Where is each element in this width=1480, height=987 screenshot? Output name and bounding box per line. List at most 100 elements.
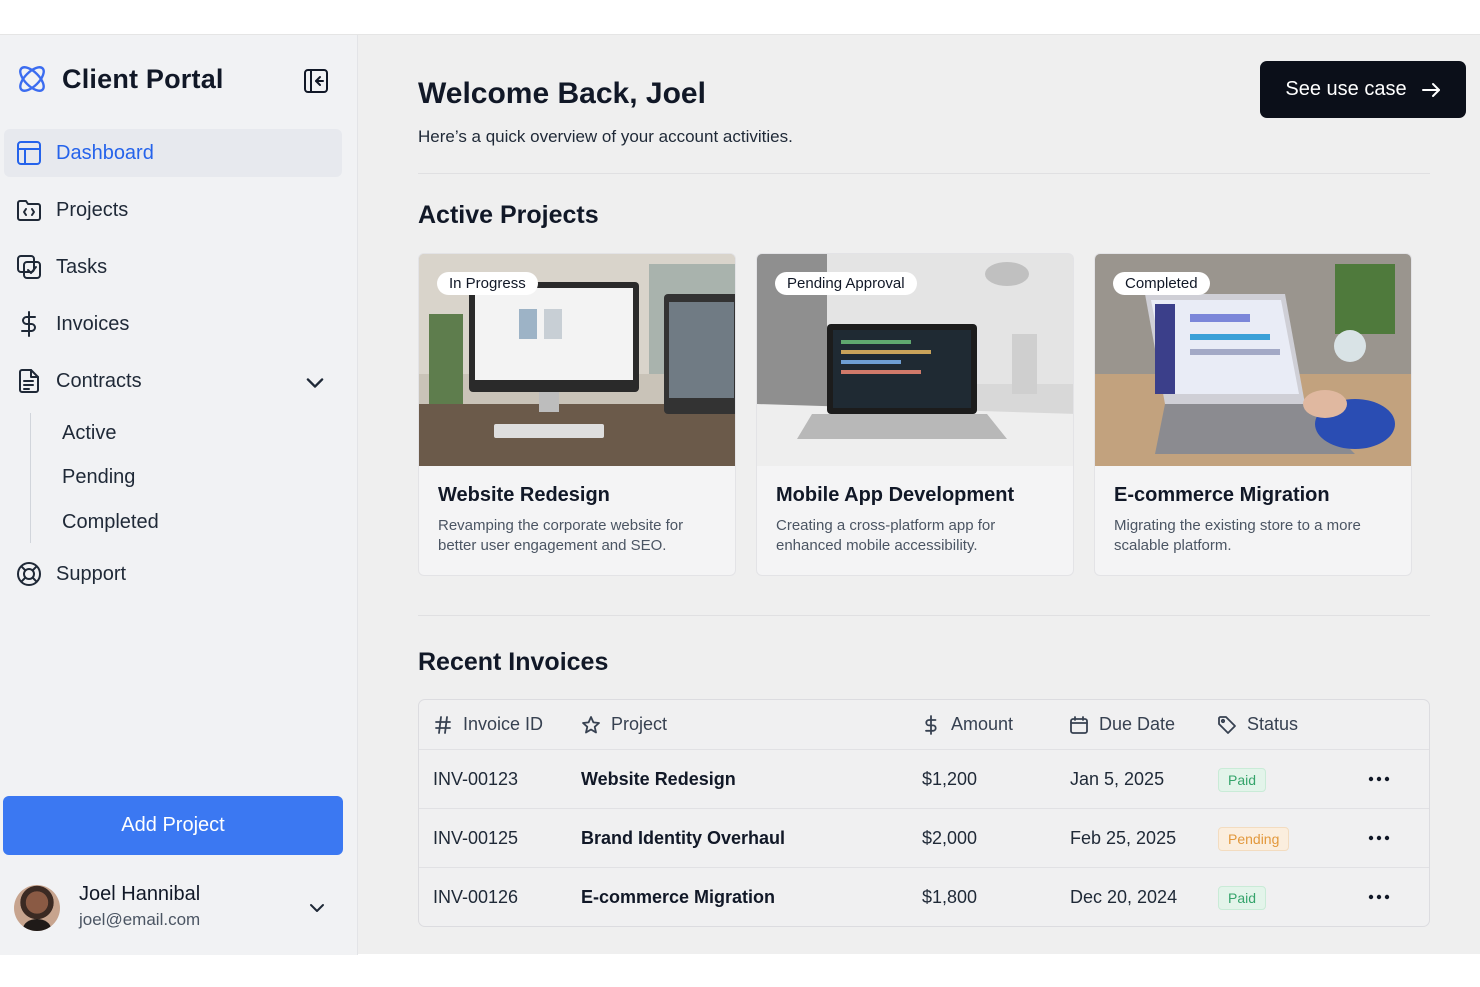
invoice-project: E-commerce Migration: [581, 887, 776, 907]
sidebar-item-label: Tasks: [56, 255, 108, 278]
page-subtitle: Here’s a quick overview of your account …: [418, 127, 793, 146]
project-image: Pending Approval: [757, 254, 1073, 466]
page-title: Welcome Back, Joel: [418, 77, 706, 110]
sidebar-item-label: Projects: [56, 198, 129, 221]
invoice-status: Paid: [1218, 750, 1267, 809]
invoice-id: INV-00126: [433, 887, 519, 907]
dollar-icon: [925, 714, 937, 735]
sidebar-item-label: Contracts: [56, 369, 142, 392]
status-badge: Paid: [1218, 767, 1267, 792]
submenu-item-completed[interactable]: Completed: [62, 511, 159, 534]
document-icon: [19, 369, 39, 393]
sidebar-item-dashboard[interactable]: Dashboard: [4, 129, 342, 177]
sidebar-item-contracts[interactable]: Contracts: [4, 357, 342, 405]
app-title: Client Portal: [62, 63, 224, 94]
column-header-project[interactable]: Project: [581, 700, 667, 749]
tasks-icon: [17, 255, 41, 279]
app-window: Client Portal Dashboard Projects Tasks I…: [0, 34, 1480, 955]
column-label: Amount: [951, 714, 1014, 734]
invoice-status: Paid: [1218, 868, 1267, 926]
project-description: Migrating the existing store to a more s…: [1114, 517, 1361, 554]
see-use-case-button[interactable]: See use case: [1260, 61, 1466, 118]
submenu-item-pending[interactable]: Pending: [62, 466, 135, 489]
table-row[interactable]: INV-00123 Website Redesign $1,200 Jan 5,…: [419, 749, 1429, 809]
status-badge: Paid: [1218, 885, 1267, 910]
section-title-recent-invoices: Recent Invoices: [418, 648, 609, 676]
dollar-icon: [21, 311, 36, 337]
column-header-status[interactable]: Status: [1217, 700, 1298, 749]
tag-icon: [1218, 715, 1236, 734]
project-title: Website Redesign: [438, 484, 610, 506]
more-options-icon[interactable]: [1365, 886, 1393, 908]
invoice-id: INV-00125: [433, 828, 519, 848]
sidebar-item-label: Support: [56, 562, 127, 585]
project-image: In Progress: [419, 254, 735, 466]
sidebar-collapse-icon: [304, 69, 328, 93]
sidebar-collapse-button[interactable]: [302, 67, 330, 95]
folder-code-icon: [17, 200, 41, 221]
invoices-table: Invoice ID Project Amount Due Date Statu…: [418, 699, 1430, 927]
column-label: Project: [611, 714, 668, 734]
invoice-project: Website Redesign: [581, 769, 736, 789]
brand[interactable]: Client Portal: [14, 61, 224, 97]
project-description: Creating a cross-platform app for enhanc…: [776, 517, 996, 554]
atom-logo-icon: [19, 66, 45, 92]
dashboard-icon: [17, 141, 41, 165]
project-title: Mobile App Development: [776, 484, 1015, 506]
hash-icon: [435, 715, 451, 734]
invoice-amount: $2,000: [922, 828, 978, 848]
chevron-down-icon[interactable]: [306, 897, 328, 919]
project-title: E-commerce Migration: [1114, 484, 1330, 506]
status-badge: Pending Approval: [775, 272, 917, 295]
project-card[interactable]: Pending Approval Mobile App Development …: [756, 253, 1074, 576]
project-image: Completed: [1095, 254, 1411, 466]
user-name: Joel Hannibal: [79, 883, 201, 905]
table-row[interactable]: INV-00126 E-commerce Migration $1,800 De…: [419, 867, 1429, 926]
column-label: Due Date: [1099, 714, 1176, 734]
invoice-amount: $1,200: [922, 769, 978, 789]
sidebar-item-projects[interactable]: Projects: [4, 186, 342, 234]
star-icon: [582, 715, 600, 733]
sidebar-item-label: Dashboard: [56, 141, 154, 164]
invoice-due-date: Feb 25, 2025: [1070, 828, 1177, 848]
column-header-amount[interactable]: Amount: [921, 700, 1013, 749]
column-label: Status: [1247, 714, 1299, 734]
more-options-icon[interactable]: [1365, 768, 1393, 790]
user-email: joel@email.com: [79, 910, 201, 929]
invoice-due-date: Dec 20, 2024: [1070, 887, 1178, 907]
project-card[interactable]: Completed E-commerce Migration Migrating…: [1094, 253, 1412, 576]
invoice-project: Brand Identity Overhaul: [581, 828, 786, 848]
divider: [418, 615, 1430, 616]
invoice-id: INV-00123: [433, 769, 519, 789]
add-project-button[interactable]: Add Project: [3, 796, 343, 855]
avatar: [14, 885, 60, 931]
user-profile[interactable]: Joel Hannibal joel@email.com: [14, 883, 344, 935]
sidebar-item-label: Invoices: [56, 312, 130, 335]
column-header-due-date[interactable]: Due Date: [1069, 700, 1175, 749]
status-badge: In Progress: [437, 272, 538, 295]
see-use-case-label: See use case: [1285, 78, 1407, 100]
sidebar-item-tasks[interactable]: Tasks: [4, 243, 342, 291]
sidebar-item-invoices[interactable]: Invoices: [4, 300, 342, 348]
status-badge: Pending: [1218, 826, 1290, 851]
main-content: Welcome Back, Joel Here’s a quick overvi…: [358, 35, 1480, 955]
status-badge: Completed: [1113, 272, 1210, 295]
lifebuoy-icon: [17, 562, 41, 586]
invoice-status: Pending: [1218, 809, 1290, 868]
invoice-amount: $1,800: [922, 887, 978, 907]
calendar-icon: [1070, 715, 1088, 734]
project-card[interactable]: In Progress Website Redesign Revamping t…: [418, 253, 736, 576]
divider: [418, 173, 1430, 174]
sidebar-item-support[interactable]: Support: [4, 550, 342, 598]
sidebar: Client Portal Dashboard Projects Tasks I…: [0, 35, 358, 955]
more-options-icon[interactable]: [1365, 827, 1393, 849]
project-description: Revamping the corporate website for bett…: [438, 517, 684, 554]
invoice-due-date: Jan 5, 2025: [1070, 769, 1165, 789]
section-title-active-projects: Active Projects: [418, 201, 599, 229]
submenu-item-active[interactable]: Active: [62, 422, 116, 445]
column-label: Invoice ID: [463, 714, 544, 734]
chevron-down-icon[interactable]: [302, 370, 328, 396]
table-row[interactable]: INV-00125 Brand Identity Overhaul $2,000…: [419, 808, 1429, 868]
column-header-invoice-id[interactable]: Invoice ID: [433, 700, 543, 749]
arrow-right-icon: [1421, 82, 1440, 97]
